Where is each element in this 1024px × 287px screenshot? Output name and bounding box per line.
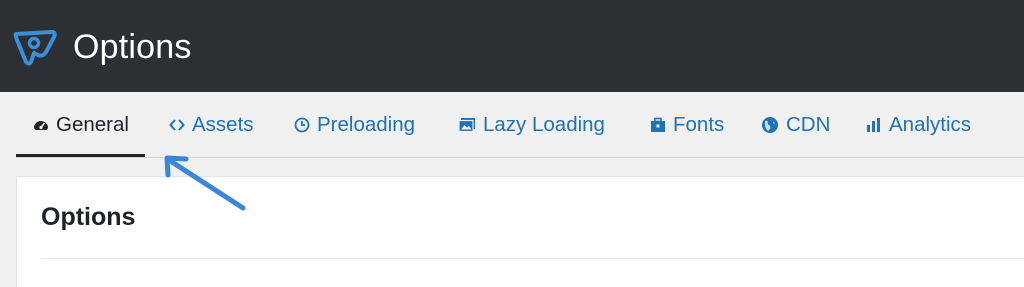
page-title: Options [73, 28, 192, 66]
panel-divider [41, 258, 1024, 259]
tab-label: CDN [786, 113, 831, 136]
panel-title: Options [41, 203, 136, 231]
annotation-arrow-icon [164, 155, 246, 211]
tab-lazy-loading[interactable]: Lazy Loading [458, 92, 605, 158]
globe-icon [761, 116, 779, 134]
tab-label: General [56, 113, 129, 136]
bar-chart-icon [866, 117, 882, 133]
code-brackets-icon [169, 117, 185, 133]
briefcase-icon [650, 117, 666, 133]
tab-label: Fonts [673, 113, 725, 136]
dashboard-gauge-icon [33, 117, 49, 133]
tab-cdn[interactable]: CDN [761, 92, 830, 158]
tab-label: Assets [192, 113, 254, 136]
tab-general[interactable]: General [16, 92, 145, 158]
tab-fonts[interactable]: Fonts [650, 92, 724, 158]
tab-label: Lazy Loading [483, 113, 605, 136]
tab-analytics[interactable]: Analytics [866, 92, 971, 158]
clock-icon [294, 117, 310, 133]
app-header: Options [0, 0, 1024, 92]
tab-label: Preloading [317, 113, 416, 136]
perfmatters-logo-icon [13, 30, 57, 66]
tab-preloading[interactable]: Preloading [294, 92, 415, 158]
tab-label: Analytics [889, 113, 972, 136]
images-icon [458, 117, 476, 133]
